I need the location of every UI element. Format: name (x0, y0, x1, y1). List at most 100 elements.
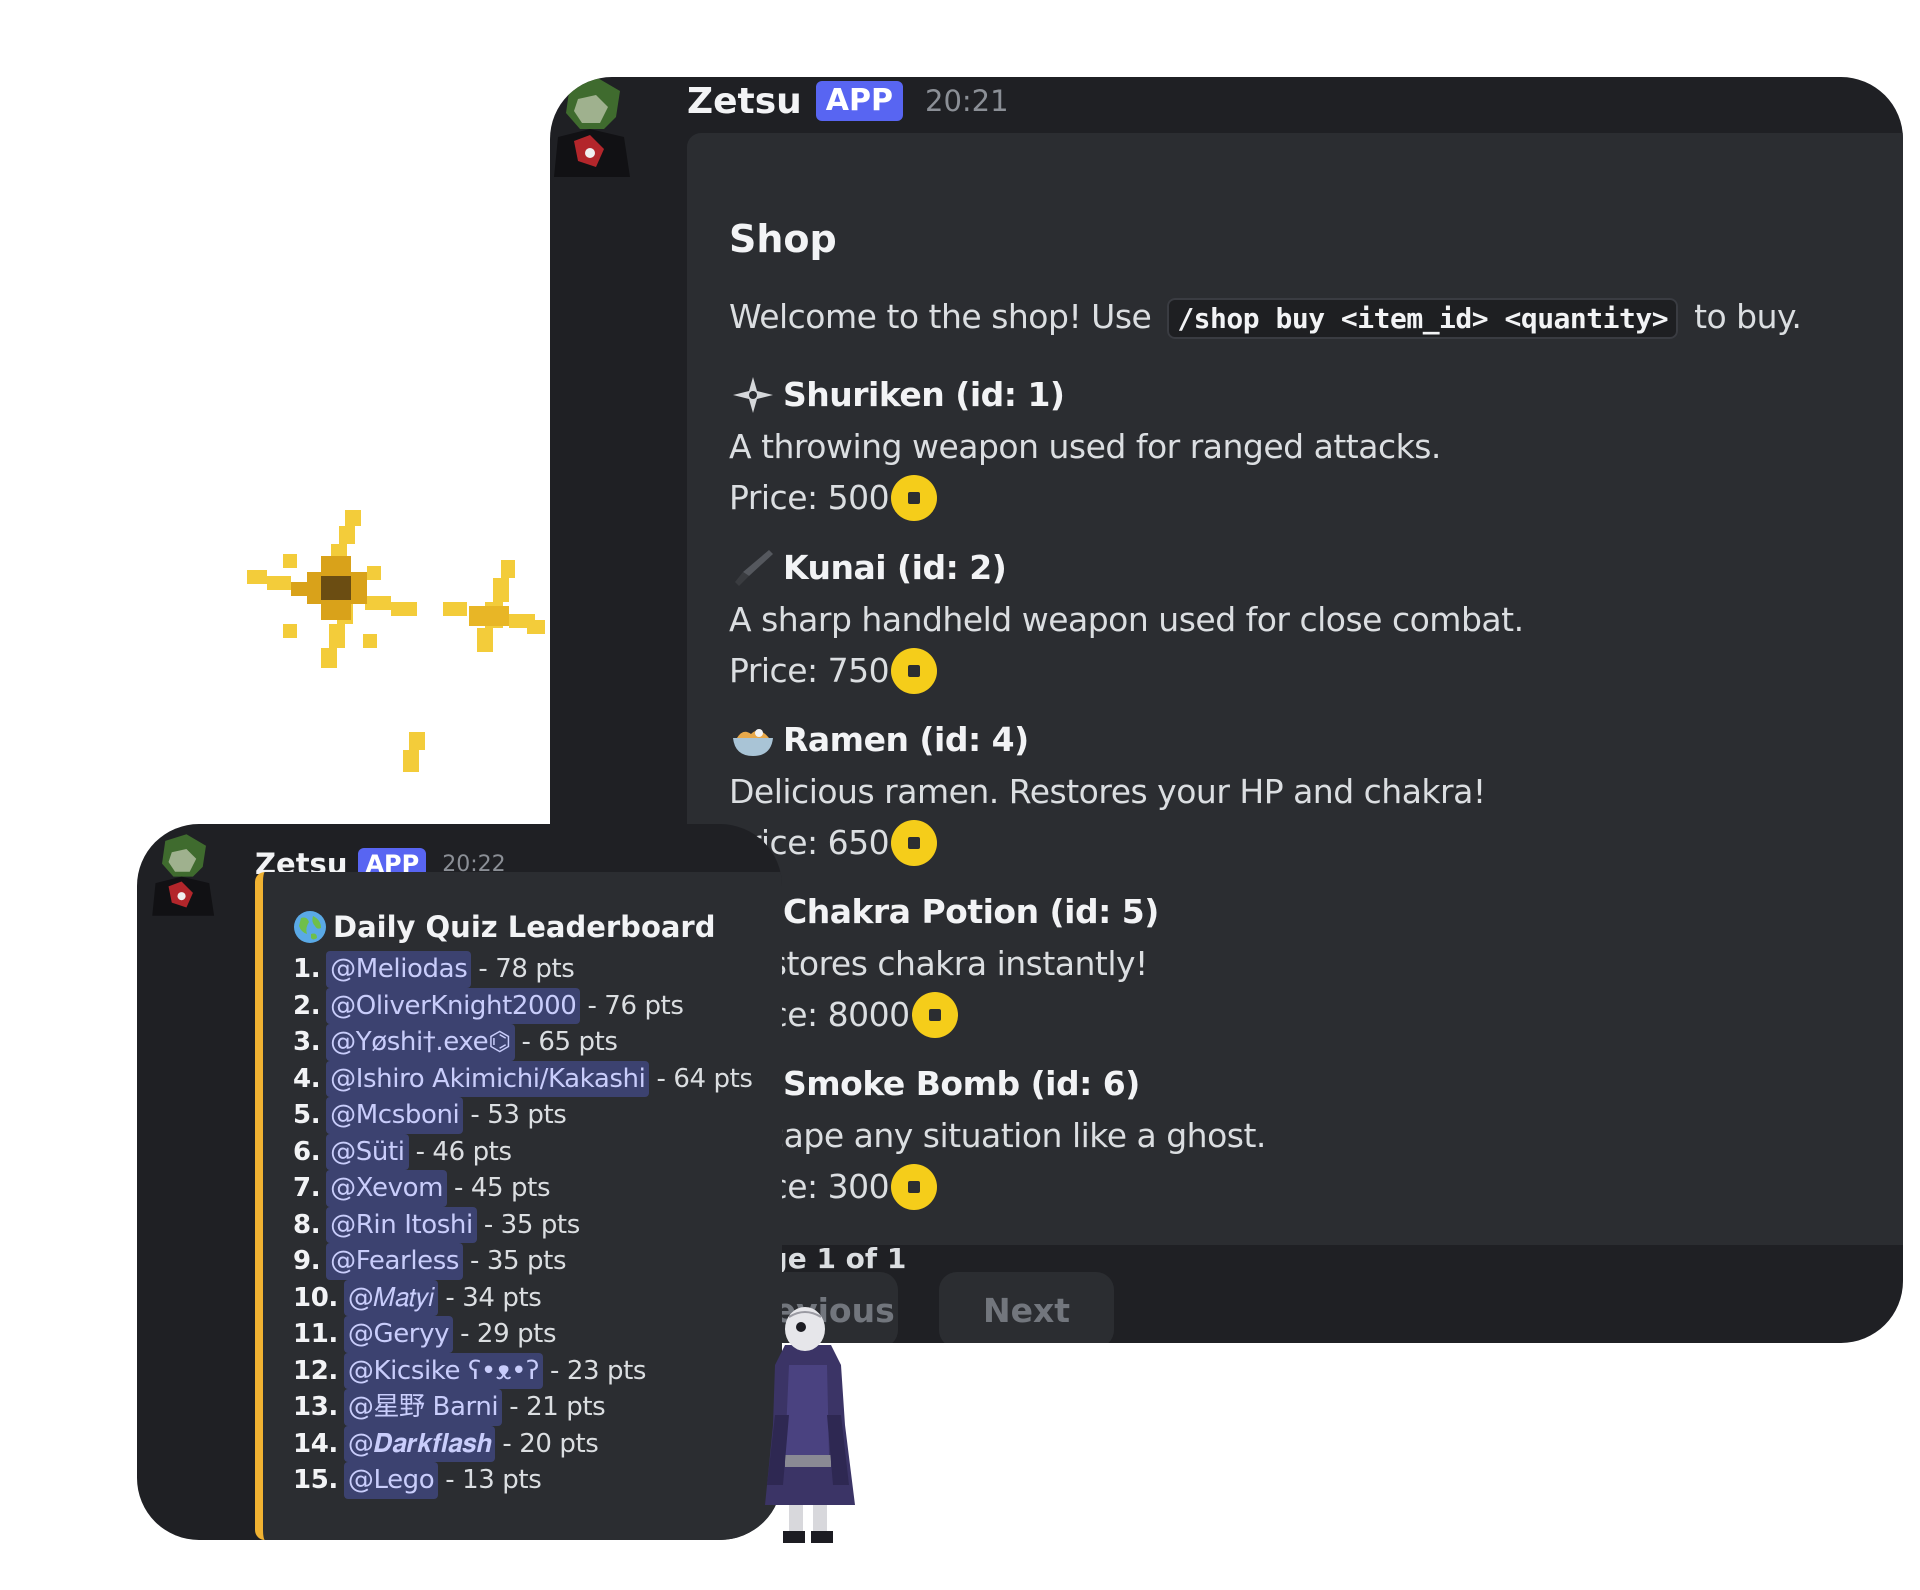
user-mention[interactable]: @Kicsike ʕ•ᴥ•ʔ (343, 1352, 543, 1389)
user-mention[interactable]: @Süti (326, 1133, 409, 1170)
user-mention[interactable]: @星野 Barni (343, 1389, 503, 1426)
item-price-row: Price: 300 (729, 1164, 1879, 1210)
rank-number: 14. (293, 1428, 338, 1459)
user-mention[interactable]: @𝑫𝒂𝒓𝒌𝒇𝒍𝒂𝒔𝒉 (343, 1425, 496, 1462)
leaderboard-row: 4. @Ishiro Akimichi/Kakashi - 64 pts (293, 1060, 753, 1097)
item-price-row: Price: 8000 (729, 992, 1879, 1038)
leaderboard-row: 2. @OliverKnight2000- 76 pts (293, 987, 753, 1024)
item-price-row: Price: 650 (729, 820, 1879, 866)
sparkle-decoration (247, 510, 545, 772)
user-mention[interactable]: @Rin Itoshi (326, 1206, 477, 1243)
points: - 76 pts (587, 990, 684, 1021)
rank-number: 9. (293, 1246, 321, 1276)
leaderboard-row: 6. @Süti - 46 pts (293, 1133, 753, 1170)
rank-number: 4. (293, 1063, 321, 1094)
message-timestamp[interactable]: 20:21 (925, 84, 1009, 118)
leaderboard-row: 1. @Meliodas - 78 pts (293, 951, 753, 988)
shop-embed: Shop Welcome to the shop! Use /shop buy … (687, 133, 1903, 1275)
rank-number: 15. (293, 1465, 338, 1495)
leaderboard-row: 13. @星野 Barni - 21 pts (293, 1389, 753, 1426)
item-name: Smoke Bomb (id: 6) (783, 1064, 1140, 1103)
points: - 35 pts (483, 1209, 580, 1240)
shop-item: Ramen (id: 4) Delicious ramen. Restores … (729, 716, 1879, 866)
shop-message-header: Zetsu APP 20:21 (687, 77, 1009, 131)
item-description: A sharp handheld weapon used for close c… (729, 600, 1524, 639)
points: - 13 pts (445, 1465, 542, 1495)
points: - 46 pts (415, 1136, 512, 1167)
item-name-row: Smoke Bomb (id: 6) (729, 1060, 1879, 1108)
user-mention[interactable]: @Xevom (326, 1170, 448, 1207)
user-mention[interactable]: @Lego (343, 1462, 439, 1499)
item-name: Shuriken (id: 1) (783, 375, 1065, 414)
user-mention[interactable]: @Yøshi†.exe⌬ (326, 1024, 515, 1061)
shuriken-icon (733, 377, 773, 413)
rank-number: 1. (293, 954, 321, 984)
leaderboard-row: 14. @𝑫𝒂𝒓𝒌𝒇𝒍𝒂𝒔𝒉 - 20 pts (293, 1425, 753, 1462)
embed-title-row: Daily Quiz Leaderboard (293, 910, 716, 944)
embed-title: Daily Quiz Leaderboard (333, 910, 716, 944)
rank-number: 7. (293, 1173, 321, 1203)
welcome-text: Welcome to the shop! Use /shop buy <item… (729, 297, 1802, 339)
leaderboard-row: 3. @Yøshi†.exe⌬ - 65 pts (293, 1024, 753, 1061)
coin-icon (891, 1164, 938, 1210)
user-mention[interactable]: @Mcsboni (326, 1097, 464, 1134)
points: - 65 pts (521, 1027, 618, 1057)
points: - 45 pts (454, 1173, 551, 1203)
item-name-row: Kunai (id: 2) (729, 544, 1879, 592)
item-name: Ramen (id: 4) (783, 720, 1029, 759)
rank-number: 2. (293, 990, 321, 1021)
points: - 23 pts (549, 1355, 647, 1386)
leaderboard-row: 12. @Kicsike ʕ•ᴥ•ʔ - 23 pts (293, 1352, 753, 1389)
rank-number: 13. (293, 1392, 338, 1422)
item-name-row: Chakra Potion (id: 5) (729, 888, 1879, 936)
item-description: Restores chakra instantly! (729, 944, 1148, 983)
user-mention[interactable]: @Meliodas (326, 951, 472, 988)
leaderboard-embed: Daily Quiz Leaderboard 1. @Meliodas - 78 p… (255, 872, 782, 1540)
item-description: Escape any situation like a ghost. (729, 1116, 1266, 1155)
item-description: A throwing weapon used for ranged attack… (729, 427, 1441, 466)
leaderboard-row: 15. @Lego - 13 pts (293, 1462, 753, 1499)
leaderboard-row: 7. @Xevom - 45 pts (293, 1170, 753, 1207)
item-name-row: Shuriken (id: 1) (729, 371, 1879, 419)
globe-icon (294, 911, 326, 943)
item-price-row: Price: 750 (729, 648, 1879, 694)
quiz-message: Zetsu APP 20:22 Daily Quiz Leaderboard 1… (137, 824, 782, 1540)
rank-number: 12. (293, 1355, 338, 1386)
masked-ninja-sprite (765, 1307, 855, 1543)
item-price: Price: 750 (729, 651, 890, 690)
zetsu-avatar[interactable] (149, 834, 219, 916)
item-description: Delicious ramen. Restores your HP and ch… (729, 772, 1486, 811)
user-mention[interactable]: @Geryy (343, 1316, 454, 1353)
leaderboard-row: 11. @Geryy - 29 pts (293, 1316, 753, 1353)
points: - 78 pts (478, 954, 575, 984)
coin-icon (891, 475, 938, 521)
user-mention[interactable]: @OliverKnight2000 (326, 987, 581, 1024)
kunai-icon (735, 550, 773, 586)
rank-number: 8. (293, 1209, 321, 1240)
welcome-suffix: to buy. (1694, 297, 1802, 336)
rank-number: 6. (293, 1136, 321, 1167)
command-code: /shop buy <item_id> <quantity> (1167, 298, 1679, 339)
next-button[interactable]: Next (939, 1272, 1114, 1343)
leaderboard-row: 9. @Fearless - 35 pts (293, 1243, 753, 1280)
zetsu-avatar[interactable] (550, 77, 636, 177)
points: - 20 pts (502, 1428, 599, 1459)
item-name: Kunai (id: 2) (783, 548, 1007, 587)
rank-number: 10. (293, 1282, 338, 1313)
coin-icon (891, 648, 938, 694)
item-name: Chakra Potion (id: 5) (783, 892, 1159, 931)
user-mention[interactable]: @Fearless (326, 1243, 464, 1280)
shop-item: Kunai (id: 2) A sharp handheld weapon us… (729, 544, 1879, 694)
embed-title: Shop (729, 217, 837, 261)
item-name-row: Ramen (id: 4) (729, 716, 1879, 764)
coin-icon (911, 992, 958, 1038)
ramen-icon (733, 729, 773, 756)
user-mention[interactable]: @Ishiro Akimichi/Kakashi (326, 1060, 650, 1097)
shop-item: Shuriken (id: 1) A throwing weapon used … (729, 371, 1879, 521)
app-badge: APP (815, 81, 903, 121)
author-name[interactable]: Zetsu (687, 81, 802, 122)
points: - 64 pts (656, 1063, 753, 1094)
user-mention[interactable]: @𝑀𝑎𝑡𝑦𝑖 (343, 1279, 439, 1316)
shop-item: Chakra Potion (id: 5) Restores chakra in… (729, 888, 1879, 1038)
rank-number: 5. (293, 1100, 321, 1130)
